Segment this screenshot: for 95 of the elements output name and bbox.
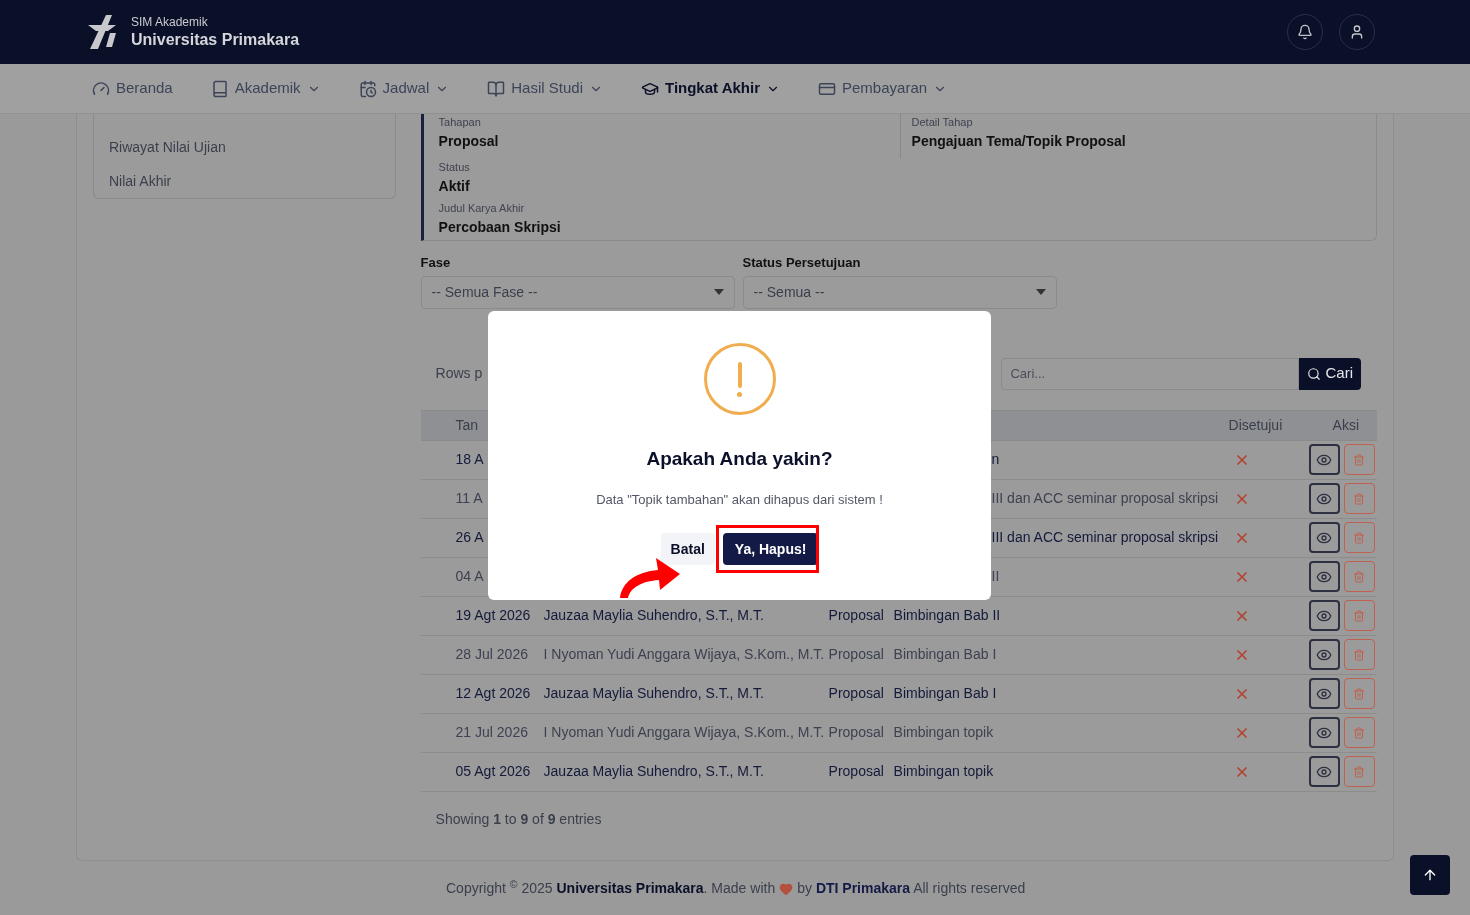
- scroll-top-button[interactable]: [1410, 855, 1450, 895]
- view-button[interactable]: [1308, 717, 1340, 748]
- view-button[interactable]: [1308, 600, 1340, 631]
- table-cell-text: Bimbingan Bab I: [893, 684, 997, 703]
- field-label: Judul Karya Akhir: [438, 201, 525, 216]
- table-cell-text: Jauzaa Maylia Suhendro, S.T., M.T.: [543, 606, 764, 625]
- search-icon: [1307, 366, 1322, 381]
- trash-icon: [1353, 687, 1366, 700]
- filter-label: Fase: [420, 254, 451, 272]
- pointer-arrow: [618, 556, 680, 598]
- field-value: Proposal: [438, 131, 499, 151]
- table-cell-text: 04 A: [455, 567, 484, 586]
- table-cell-text: Proposal: [828, 645, 884, 664]
- filter-label: Status Persetujuan: [742, 254, 861, 272]
- table-cell-text: Proposal: [828, 684, 884, 703]
- app-subtitle: SIM Akademik: [131, 14, 209, 30]
- table-cell-text: Jauzaa Maylia Suhendro, S.T., M.T.: [543, 684, 764, 703]
- credit-link[interactable]: DTI Primakara: [815, 880, 911, 896]
- filter-select[interactable]: -- Semua Fase --: [420, 275, 735, 309]
- table-cell-text: Proposal: [828, 762, 884, 781]
- field-value: Pengajuan Tema/Topik Proposal: [911, 131, 1126, 151]
- view-button[interactable]: [1308, 561, 1340, 592]
- table-cell-text: 11 A: [455, 489, 483, 508]
- nav-item[interactable]: Jadwal: [358, 77, 450, 100]
- view-button[interactable]: [1308, 483, 1340, 514]
- table-cell-text: 19 Agt 2026: [455, 606, 531, 625]
- table-cell-text: Proposal: [828, 606, 884, 625]
- dialog-title: Apakah Anda yakin?: [646, 447, 833, 471]
- nav-item[interactable]: Hasil Studi: [487, 77, 603, 100]
- search-button[interactable]: Cari: [1299, 357, 1361, 390]
- nav-icon: [92, 79, 110, 98]
- cancel-button[interactable]: Batal: [660, 533, 715, 565]
- table-cell-text: 21 Jul 2026: [455, 723, 528, 742]
- user-icon: [1349, 24, 1365, 40]
- view-button[interactable]: [1308, 639, 1340, 670]
- dropdown-arrow-icon: [1035, 289, 1046, 295]
- dialog-message: Data "Topik tambahan" akan dihapus dari sistem !: [596, 490, 883, 509]
- warning-icon: [703, 343, 776, 415]
- copyright-text: Copyright $^{©}$ 2025 Universitas Primakara. Made with: [446, 878, 776, 898]
- app-title: Universitas Primakara: [131, 29, 300, 50]
- entries-summary: Showing 1 to 9 of 9 entries: [435, 809, 602, 829]
- column-header: Disetujui: [1228, 415, 1283, 435]
- trash-icon: [1353, 726, 1366, 739]
- trash-icon: [1353, 453, 1366, 466]
- table-cell-text: Bimbingan Bab II: [893, 606, 1001, 625]
- bell-icon: [1297, 24, 1313, 40]
- table-cell-text: III dan ACC seminar proposal skripsi: [991, 489, 1218, 508]
- column-header: Aksi: [1332, 415, 1359, 435]
- table-cell-text: 26 A: [455, 528, 484, 547]
- trash-icon: [1353, 531, 1366, 544]
- nav-item[interactable]: Beranda: [92, 77, 173, 100]
- table-cell-text: I Nyoman Yudi Anggara Wijaya, S.Kom., M.T.: [543, 645, 825, 664]
- table-cell-text: 05 Agt 2026: [455, 762, 531, 781]
- sidebar-item[interactable]: Nilai Akhir: [109, 164, 380, 198]
- table-cell-text: Bimbingan topik: [893, 723, 994, 742]
- table-cell-text: I Nyoman Yudi Anggara Wijaya, S.Kom., M.T.: [543, 723, 825, 742]
- view-button[interactable]: [1308, 756, 1340, 787]
- credit-text: by DTI Primakara All rights reserved: [797, 879, 1026, 898]
- heart-icon: [779, 881, 794, 896]
- table-cell-text: II: [991, 567, 1000, 586]
- trash-icon: [1353, 648, 1366, 661]
- table-cell-text: 28 Jul 2026: [455, 645, 528, 664]
- search-field[interactable]: Cari...: [1001, 357, 1300, 390]
- nav-item[interactable]: Tingkat Akhir: [641, 77, 780, 100]
- nav-item[interactable]: Pembayaran: [818, 77, 948, 100]
- table-cell-text: 12 Agt 2026: [455, 684, 531, 703]
- view-button[interactable]: [1308, 678, 1340, 709]
- field-value: Percobaan Skripsi: [438, 217, 561, 237]
- nav-icon: [210, 79, 229, 98]
- field-label: Tahapan: [438, 115, 481, 130]
- nav-item[interactable]: Akademik: [210, 77, 321, 100]
- view-button[interactable]: [1308, 444, 1340, 475]
- table-cell-text: Bimbingan Bab I: [893, 645, 997, 664]
- field-label: Detail Tahap: [911, 115, 973, 130]
- trash-icon: [1353, 765, 1366, 778]
- nav-icon: [358, 79, 377, 98]
- table-cell-text: Jauzaa Maylia Suhendro, S.T., M.T.: [543, 762, 764, 781]
- table-cell-text: Proposal: [828, 723, 884, 742]
- trash-icon: [1353, 609, 1366, 622]
- field-label: Status: [438, 160, 470, 175]
- confirm-button[interactable]: Ya, Hapus!: [722, 533, 819, 565]
- table-cell-text: 18 A: [455, 450, 484, 469]
- rows-per-page-label: Rows p: [435, 364, 483, 383]
- nav-icon: [487, 79, 506, 98]
- filter-select[interactable]: -- Semua --: [742, 275, 1057, 309]
- dropdown-arrow-icon: [713, 289, 724, 295]
- table-cell-text: n: [991, 450, 1000, 469]
- field-value: Aktif: [438, 176, 470, 196]
- trash-icon: [1353, 492, 1366, 505]
- trash-icon: [1353, 570, 1366, 583]
- table-cell-text: III dan ACC seminar proposal skripsi: [991, 528, 1218, 547]
- table-cell-text: Bimbingan topik: [893, 762, 994, 781]
- column-header: Tan: [455, 415, 479, 435]
- sidebar-item[interactable]: Riwayat Nilai Ujian: [109, 130, 380, 164]
- view-button[interactable]: [1308, 522, 1340, 553]
